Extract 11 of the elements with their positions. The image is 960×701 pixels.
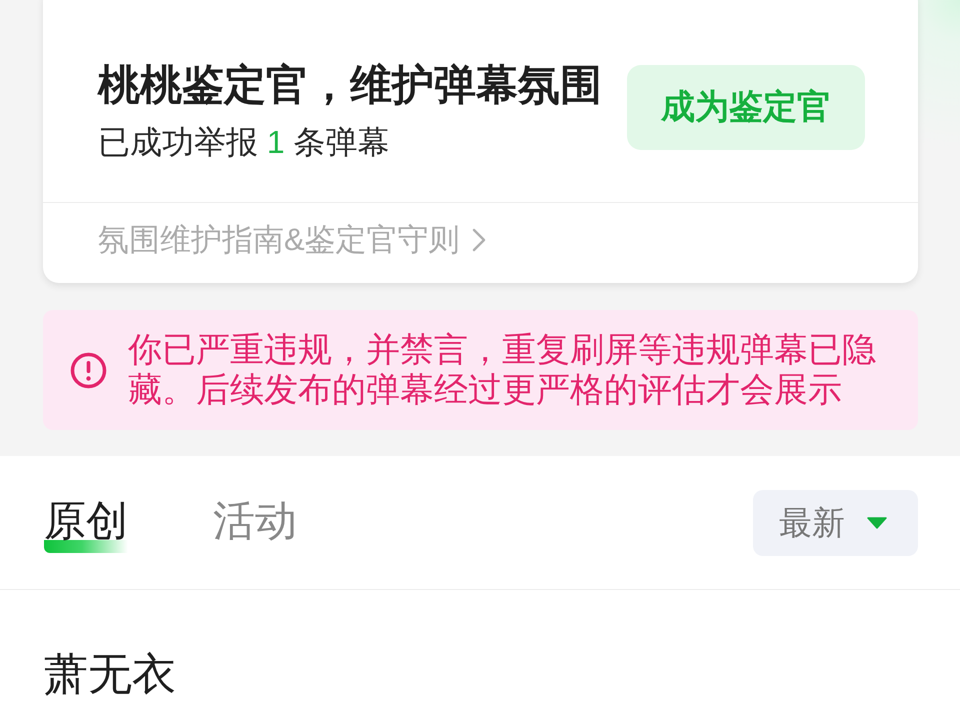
tab[interactable]: 活动: [213, 492, 297, 552]
card-title: 桃桃鉴定官，维护弹幕氛围: [98, 60, 603, 110]
author-name: 萧无衣: [44, 651, 176, 699]
become-appraiser-button[interactable]: 成为鉴定官: [627, 65, 865, 150]
report-summary: 已成功举报 1 条弹幕: [98, 123, 391, 162]
exclamation-circle-icon: [70, 352, 107, 388]
sort-dropdown[interactable]: 最新: [753, 490, 918, 556]
caret-down-icon: [867, 516, 887, 528]
guide-link[interactable]: 氛围维护指南&鉴定官守则: [98, 216, 486, 264]
chevron-right-icon: [472, 228, 486, 252]
notice-text: 你已严重违规，并禁言，重复刷屏等违规弹幕已隐藏。后续发布的弹幕经过更严格的评估才会展示: [128, 330, 877, 410]
